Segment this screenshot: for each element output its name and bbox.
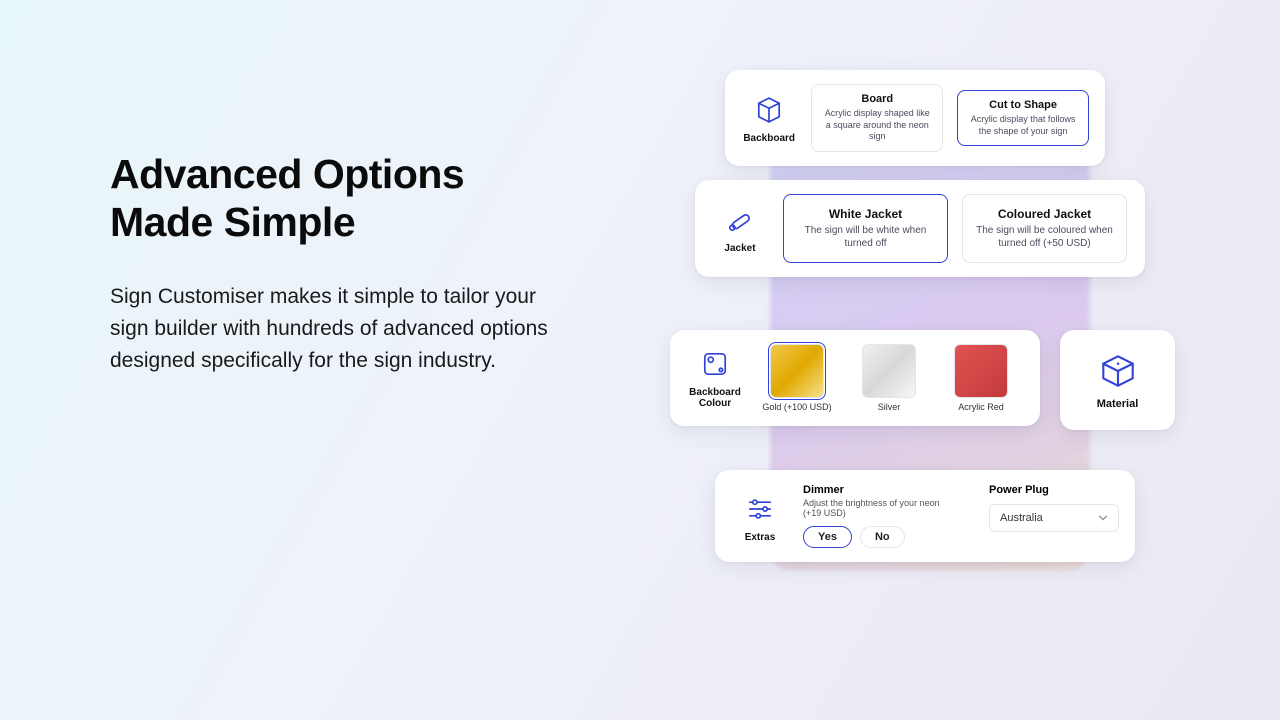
dimmer-group: Dimmer Adjust the brightness of your neo…: [803, 484, 975, 548]
headline-line-2: Made Simple: [110, 199, 355, 245]
swatch-box: [770, 344, 824, 398]
extras-card: Extras Dimmer Adjust the brightness of y…: [715, 470, 1135, 562]
swatch-red[interactable]: Acrylic Red: [942, 344, 1020, 412]
option-title: Cut to Shape: [968, 99, 1078, 111]
swatch-caption: Gold (+100 USD): [762, 402, 831, 412]
material-card[interactable]: Material: [1060, 330, 1175, 430]
swatch-silver[interactable]: Silver: [850, 344, 928, 412]
colour-iconcol: BackboardColour: [686, 347, 744, 409]
backboard-option-cut-to-shape[interactable]: Cut to Shape Acrylic display that follow…: [957, 90, 1089, 146]
swatch-caption: Silver: [878, 402, 901, 412]
marketing-copy: Advanced Options Made Simple Sign Custom…: [110, 150, 580, 376]
swatch-box: [954, 344, 1008, 398]
material-label: Material: [1097, 398, 1139, 410]
sliders-icon: [743, 492, 777, 526]
backboard-iconcol: Backboard: [741, 93, 797, 144]
colour-label: BackboardColour: [689, 387, 741, 409]
jacket-icon: [723, 203, 757, 237]
backboard-icon: [752, 93, 786, 127]
jacket-option-white[interactable]: White Jacket The sign will be white when…: [783, 194, 948, 263]
power-plug-title: Power Plug: [989, 484, 1119, 496]
colour-icon: [698, 347, 732, 381]
cube-icon: [1097, 350, 1139, 392]
dimmer-yes-button[interactable]: Yes: [803, 526, 852, 548]
headline-line-1: Advanced Options: [110, 151, 464, 197]
subcopy: Sign Customiser makes it simple to tailo…: [110, 281, 580, 377]
option-desc: The sign will be coloured when turned of…: [973, 224, 1116, 250]
jacket-label: Jacket: [724, 243, 755, 254]
power-plug-value: Australia: [1000, 512, 1043, 524]
dimmer-title: Dimmer: [803, 484, 975, 496]
backboard-label: Backboard: [743, 133, 795, 144]
power-plug-select[interactable]: Australia: [989, 504, 1119, 532]
swatch-box: [862, 344, 916, 398]
backboard-card: Backboard Board Acrylic display shaped l…: [725, 70, 1105, 166]
swatch-caption: Acrylic Red: [958, 402, 1004, 412]
backboard-option-board[interactable]: Board Acrylic display shaped like a squa…: [811, 84, 943, 152]
jacket-option-coloured[interactable]: Coloured Jacket The sign will be coloure…: [962, 194, 1127, 263]
dimmer-no-button[interactable]: No: [860, 526, 905, 548]
extras-iconcol: Extras: [731, 492, 789, 543]
option-title: Board: [822, 93, 932, 105]
swatch-gold[interactable]: Gold (+100 USD): [758, 344, 836, 412]
backboard-colour-card: BackboardColour Gold (+100 USD) Silver A…: [670, 330, 1040, 426]
power-plug-group: Power Plug Australia: [989, 484, 1119, 532]
option-title: Coloured Jacket: [973, 207, 1116, 221]
option-desc: Acrylic display that follows the shape o…: [968, 114, 1078, 137]
option-desc: The sign will be white when turned off: [794, 224, 937, 250]
option-desc: Acrylic display shaped like a square aro…: [822, 108, 932, 143]
material-iconcol: Material: [1097, 350, 1139, 410]
option-title: White Jacket: [794, 207, 937, 221]
chevron-down-icon: [1098, 513, 1108, 523]
jacket-iconcol: Jacket: [711, 203, 769, 254]
extras-label: Extras: [745, 532, 776, 543]
jacket-card: Jacket White Jacket The sign will be whi…: [695, 180, 1145, 277]
headline: Advanced Options Made Simple: [110, 150, 580, 247]
dimmer-desc: Adjust the brightness of your neon (+19 …: [803, 498, 953, 518]
